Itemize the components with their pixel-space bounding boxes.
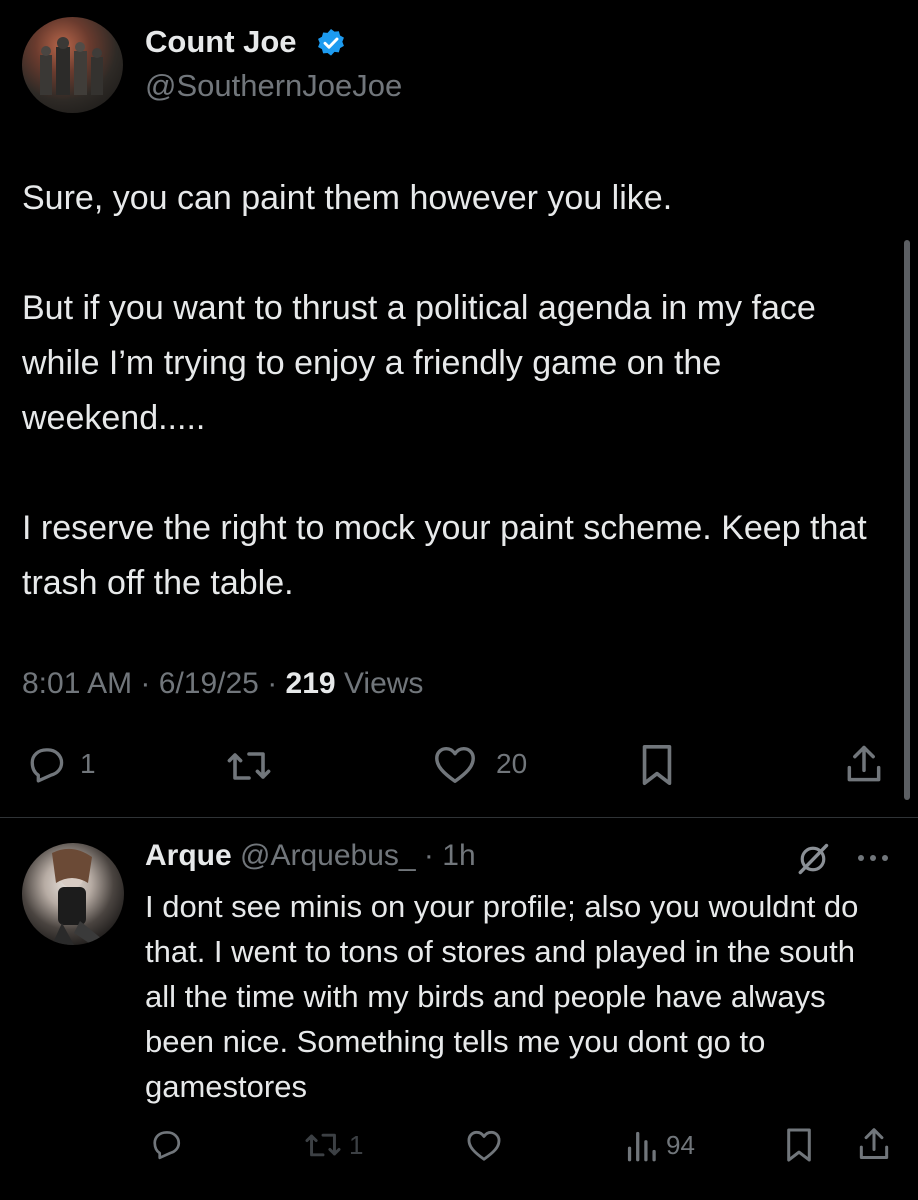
reply-like-button[interactable] (465, 1127, 503, 1163)
author-avatar[interactable] (22, 17, 123, 113)
reply-separator: · (415, 839, 443, 872)
tweet-date[interactable]: 6/19/25 (159, 667, 259, 700)
reply-views-button[interactable]: 94 (624, 1127, 695, 1163)
like-icon (465, 1127, 503, 1163)
tweet-time[interactable]: 8:01 AM (22, 667, 132, 700)
reply-button[interactable]: 1 (24, 742, 96, 786)
like-icon (432, 742, 478, 786)
author-name[interactable]: Count Joe (145, 24, 297, 60)
reply-author-avatar[interactable] (22, 843, 124, 945)
views-count[interactable]: 219 (286, 667, 336, 700)
more-icon[interactable] (855, 852, 891, 864)
grok-slash-icon[interactable] (793, 840, 833, 878)
bookmark-button[interactable] (637, 742, 677, 788)
share-icon (855, 1125, 893, 1163)
views-label[interactable]: Views (344, 667, 423, 700)
retweet-button[interactable] (225, 744, 273, 788)
like-count: 20 (496, 748, 528, 779)
reply-share-button[interactable] (855, 1125, 893, 1163)
verified-badge-icon (315, 27, 347, 59)
views-icon (624, 1127, 658, 1163)
bookmark-icon (637, 742, 677, 788)
reply-icon (24, 742, 68, 786)
reply-count: 1 (80, 748, 96, 779)
reply-text: I dont see minis on your profile; also y… (145, 889, 859, 1104)
meta-separator: · (140, 667, 151, 700)
reply-age[interactable]: 1h (442, 839, 475, 872)
author-handle[interactable]: @SouthernJoeJoe (145, 68, 402, 104)
reply-reply-button[interactable] (148, 1126, 184, 1162)
scrollbar[interactable] (904, 240, 910, 800)
reply-icon (148, 1126, 184, 1162)
reply-author-handle[interactable]: @Arquebus_ (240, 839, 416, 872)
retweet-icon (225, 744, 273, 788)
reply-header: Arque @Arquebus_ · 1h (145, 839, 476, 873)
reply-views-count: 94 (666, 1129, 695, 1160)
tweet-meta: 8:01 AM · 6/19/25 · 219 Views (22, 667, 423, 701)
reply-retweet-count: 1 (349, 1129, 364, 1160)
like-button[interactable]: 20 (432, 742, 527, 786)
share-icon (842, 742, 886, 786)
tweet-text: Sure, you can paint them however you lik… (22, 179, 867, 602)
share-button[interactable] (842, 742, 886, 786)
meta-separator: · (267, 667, 278, 700)
retweet-icon (303, 1127, 343, 1163)
reply-bookmark-button[interactable] (783, 1126, 815, 1164)
reply-author-name[interactable]: Arque (145, 839, 232, 872)
reply-retweet-button[interactable]: 1 (303, 1127, 363, 1163)
divider (0, 817, 918, 818)
bookmark-icon (783, 1126, 815, 1164)
